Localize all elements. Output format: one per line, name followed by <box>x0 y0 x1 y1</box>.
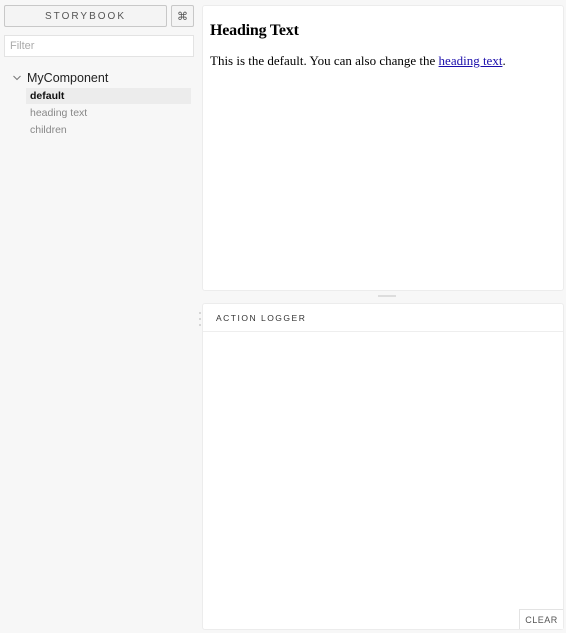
preview-text-after: . <box>502 53 506 68</box>
story-item-children[interactable]: children <box>26 122 191 138</box>
story-item-heading-text[interactable]: heading text <box>26 105 191 121</box>
tab-action-logger[interactable]: ACTION LOGGER <box>216 313 306 323</box>
preview-text-before: This is the default. You can also change… <box>210 53 439 68</box>
panel-tabs: ACTION LOGGER <box>203 304 563 332</box>
keyboard-shortcuts-icon[interactable]: ⌘ <box>171 5 194 27</box>
preview-pane: Heading Text This is the default. You ca… <box>202 5 564 291</box>
horizontal-resize-handle[interactable] <box>374 293 400 298</box>
storybook-brand-button[interactable]: STORYBOOK <box>4 5 167 27</box>
addon-panel: ACTION LOGGER CLEAR <box>202 303 564 630</box>
story-item-default[interactable]: default <box>26 88 191 104</box>
filter-input[interactable] <box>4 35 194 57</box>
clear-button[interactable]: CLEAR <box>519 609 563 629</box>
preview-heading: Heading Text <box>210 22 299 39</box>
heading-text-link[interactable]: heading text <box>439 53 503 68</box>
sidebar: STORYBOOK ⌘ MyComponent default heading … <box>0 0 198 633</box>
chevron-down-icon <box>13 75 21 81</box>
kind-mycomponent[interactable]: MyComponent <box>12 70 108 86</box>
preview-paragraph: This is the default. You can also change… <box>210 53 556 69</box>
kind-label: MyComponent <box>27 71 109 85</box>
